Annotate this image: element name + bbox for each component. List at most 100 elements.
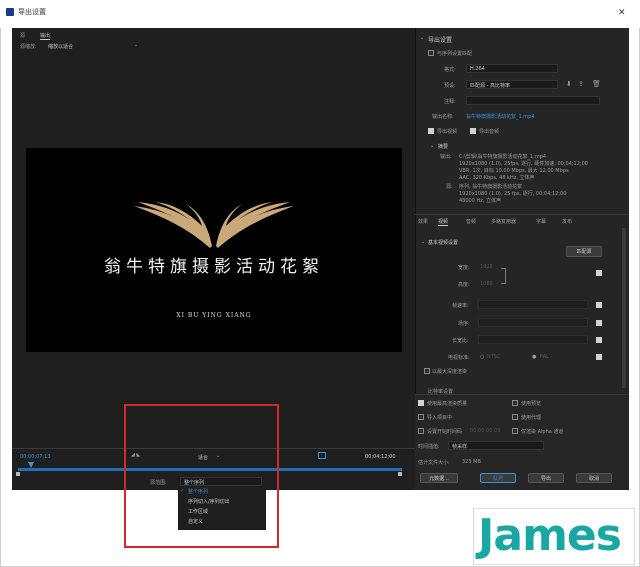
tab-effects[interactable]: 效果	[418, 218, 428, 225]
max-depth-label: 以最大深度渲染	[432, 369, 468, 375]
divider	[415, 214, 629, 215]
queue-button[interactable]: 队列	[480, 473, 516, 483]
tab-source[interactable]: 源	[20, 32, 25, 39]
field-order-label: 场序:	[458, 321, 470, 327]
chevron-down-icon[interactable]: ⌄	[134, 42, 138, 48]
out-handle[interactable]	[398, 472, 402, 476]
aspect-checkbox[interactable]	[596, 337, 602, 343]
save-preset-icon[interactable]: ⬇	[566, 80, 572, 88]
wings-logo-icon	[134, 202, 294, 248]
source-line: 1920x1080 (1.0), 25 fps, 逐行, 00;04;12;00	[459, 191, 567, 197]
output-line: AAC, 320 Kbps, 48 kHz, 立体声	[459, 175, 535, 181]
export-video-label: 导出视频	[437, 129, 458, 135]
max-quality-label: 使用最高渲染质量	[427, 401, 468, 407]
collapse-icon[interactable]: ⌄	[421, 239, 425, 245]
use-proxy-label: 使用代理	[521, 415, 542, 421]
match-sequence-label: 与序列设置匹配	[437, 51, 473, 57]
import-project-label: 导入项目中	[427, 415, 453, 421]
timecode-start[interactable]: 00;00;07;13	[20, 454, 51, 460]
match-sequence-checkbox[interactable]	[428, 50, 434, 56]
aspect-toggle-icon[interactable]	[318, 452, 326, 459]
video-title-text: 翁牛特旗摄影活动花絮	[104, 257, 324, 277]
basic-video-title: 基本视频设置	[428, 240, 459, 246]
cancel-button[interactable]: 取消	[576, 473, 612, 483]
summary-title: 摘要	[438, 144, 449, 150]
import-project-checkbox[interactable]	[418, 414, 424, 420]
export-video-checkbox[interactable]	[428, 128, 434, 134]
file-size-value: 323 MB	[462, 459, 481, 465]
comment-input[interactable]	[466, 96, 600, 105]
interp-dropdown[interactable]: 帧采样	[448, 441, 544, 450]
window-title: 导出设置	[18, 8, 46, 16]
max-depth-checkbox[interactable]	[424, 368, 430, 374]
start-tc-label: 设置开始时间码	[427, 429, 463, 435]
export-button[interactable]: 导出	[528, 473, 564, 483]
in-handle[interactable]	[16, 472, 20, 476]
tab-video[interactable]: 视频	[438, 218, 449, 226]
close-icon[interactable]: ✕	[618, 8, 626, 18]
source-label: 源:	[446, 184, 453, 190]
format-value: H.264	[470, 66, 485, 72]
export-audio-label: 导出音频	[479, 129, 500, 135]
output-line: 1920x1080 (1.0), 25fps, 逐行, 硬件加速, 00;04;…	[459, 161, 588, 167]
watermark-logo: James	[473, 508, 635, 565]
match-source-button[interactable]: 匹配源	[566, 246, 602, 257]
section-title: 导出设置	[428, 37, 453, 44]
preset-value: 匹配源 - 高比特率	[470, 83, 510, 89]
source-line: 48000 Hz, 立体声	[459, 198, 502, 204]
start-tc-checkbox[interactable]	[418, 428, 424, 434]
output-label: 输出:	[440, 154, 452, 160]
scale-dropdown[interactable]: 缩放以适合	[48, 43, 73, 50]
title-bar: 导出设置 ✕	[0, 0, 640, 28]
height-value[interactable]: 1080	[480, 281, 493, 287]
delete-preset-icon[interactable]: 🗑	[592, 80, 601, 88]
width-value[interactable]: 1920	[480, 264, 493, 270]
comment-label: 注释:	[444, 99, 456, 105]
aspect-label: 长宽比:	[452, 338, 469, 344]
output-name-link[interactable]: 翁牛特旗摄影活动花絮_1.mp4	[466, 113, 535, 120]
width-label: 宽度:	[458, 265, 470, 271]
preset-dropdown[interactable]: 匹配源 - 高比特率	[466, 80, 558, 89]
aspect-dropdown[interactable]	[478, 335, 588, 344]
max-quality-checkbox[interactable]	[418, 400, 424, 406]
field-order-checkbox[interactable]	[596, 320, 602, 326]
start-tc-value[interactable]: 00;00;00;00	[470, 428, 501, 434]
collapse-icon[interactable]: ⌄	[430, 143, 434, 149]
alpha-checkbox[interactable]	[512, 428, 518, 434]
field-order-dropdown[interactable]	[478, 318, 588, 327]
tab-output[interactable]: 输出	[40, 32, 51, 40]
app-icon	[6, 8, 14, 16]
frame-rate-dropdown[interactable]	[478, 300, 588, 309]
frame-rate-label: 帧速率:	[452, 303, 469, 309]
use-preview-checkbox[interactable]	[512, 400, 518, 406]
collapse-icon[interactable]: ⌄	[420, 35, 424, 41]
output-name-label: 输出名称:	[432, 114, 454, 120]
tv-standard-checkbox[interactable]	[596, 354, 602, 360]
tv-standard-label: 电视标准:	[448, 355, 470, 361]
tab-captions[interactable]: 字幕	[536, 218, 546, 225]
tab-multiplexer[interactable]: 多路复用器	[491, 218, 516, 225]
interp-value: 帧采样	[452, 444, 468, 450]
radio-icon[interactable]: ●	[532, 354, 536, 360]
video-preview: 翁牛特旗摄影活动花絮 XI BU YING XIANG	[26, 148, 402, 352]
tab-publish[interactable]: 发布	[562, 218, 572, 225]
export-audio-checkbox[interactable]	[470, 128, 476, 134]
pal-label: PAL	[540, 354, 549, 360]
import-preset-icon[interactable]: ⇪	[578, 80, 584, 88]
frame-rate-checkbox[interactable]	[596, 302, 602, 308]
tab-audio[interactable]: 音频	[466, 218, 476, 225]
watermark-text: James	[478, 510, 622, 561]
width-match-checkbox[interactable]	[596, 270, 602, 276]
scrollbar[interactable]	[622, 228, 626, 388]
source-line: 序列, 翁牛特旗摄影活动花絮	[459, 184, 523, 190]
output-line: C:\剪辑\翁牛特旗摄影活动花絮_1.mp4	[459, 154, 547, 160]
interp-label: 时间插值:	[418, 444, 440, 450]
metadata-button[interactable]: 元数据...	[420, 473, 458, 483]
alpha-label: 仅渲染 Alpha 通道	[521, 429, 564, 435]
format-label: 格式:	[444, 67, 456, 73]
use-proxy-checkbox[interactable]	[512, 414, 518, 420]
preset-label: 预设:	[444, 83, 456, 89]
format-dropdown[interactable]: H.264	[466, 64, 558, 73]
radio-icon[interactable]: ○	[480, 354, 484, 360]
link-icon[interactable]	[501, 268, 506, 284]
